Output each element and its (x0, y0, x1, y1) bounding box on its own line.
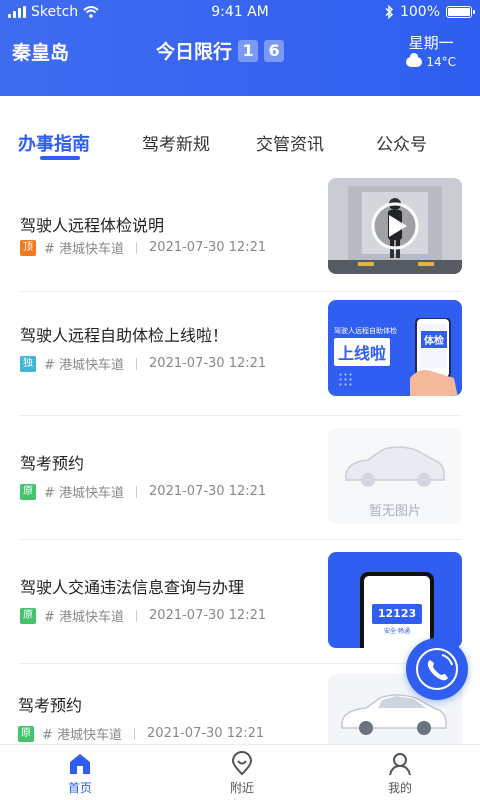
cloud-sun-icon (406, 53, 423, 67)
news-title: 驾驶人远程自助体检上线啦！ (20, 326, 229, 345)
traffic-limit[interactable]: 今日限行 1 6 (156, 37, 285, 64)
home-icon (70, 754, 90, 774)
news-date: 2021-07-30 12:21 (149, 356, 267, 371)
limit-digit: 6 (264, 39, 285, 62)
temperature: 14°C (426, 55, 456, 69)
city-selector[interactable]: 秦皇岛 (12, 38, 69, 65)
battery-percent: 100% (399, 4, 440, 20)
tab-exam-rules[interactable]: 驾考新规 (142, 130, 210, 155)
news-title: 驾驶人远程体检说明 (20, 216, 165, 235)
app-slogan: 安全·畅通 (384, 628, 410, 635)
news-date: 2021-07-30 12:21 (147, 726, 265, 741)
nav-home[interactable]: 首页 (50, 751, 110, 796)
dots-decoration (338, 372, 352, 386)
category-tabs: 办事指南 驾考新规 交管资讯 公众号 (0, 126, 480, 166)
status-bar: Sketch 9:41 AM 100% (0, 0, 480, 24)
header: Sketch 9:41 AM 100% 秦皇岛 今日限行 1 6 星期一 14°… (0, 0, 480, 96)
news-date: 2021-07-30 12:21 (149, 240, 267, 255)
hotline-button[interactable] (406, 638, 468, 700)
nav-nearby[interactable]: 附近 (212, 751, 272, 796)
active-tab-indicator (40, 156, 80, 160)
news-title: 驾考预约 (18, 696, 83, 715)
original-tag: 原 (18, 725, 34, 742)
news-item[interactable]: 驾考预约 原 # 港城快车道 2021-07-30 12:21 (18, 664, 462, 744)
car-placeholder-icon (345, 446, 445, 487)
tab-guide[interactable]: 办事指南 (18, 130, 90, 156)
news-channel: # 港城快车道 (44, 358, 125, 373)
news-channel: # 港城快车道 (44, 610, 125, 625)
location-icon (231, 751, 253, 776)
user-icon (389, 753, 411, 776)
weekday: 星期一 (408, 34, 454, 52)
banner-subtitle: 驾驶人远程自助体检 (334, 327, 397, 335)
bluetooth-icon (385, 5, 394, 19)
news-channel: # 港城快车道 (42, 728, 123, 743)
weather-widget[interactable]: 星期一 14°C (406, 32, 456, 69)
tab-official-account[interactable]: 公众号 (376, 130, 427, 155)
news-channel: # 港城快车道 (44, 486, 125, 501)
promo-banner-thumbnail[interactable]: 驾驶人远程自助体检 上线啦 体检 (328, 300, 462, 396)
news-channel: # 港城快车道 (44, 242, 125, 257)
banner-badge: 体检 (420, 330, 448, 349)
no-image-label: 暂无图片 (368, 504, 421, 519)
phone-call-icon (416, 648, 458, 690)
original-tag: 原 (20, 607, 36, 624)
news-title: 驾驶人交通违法信息查询与办理 (20, 578, 245, 597)
nav-label: 附近 (229, 781, 254, 795)
banner-title: 上线啦 (334, 338, 391, 366)
news-item[interactable]: 驾驶人远程自助体检上线啦！ 独 # 港城快车道 2021-07-30 12:21… (20, 292, 462, 416)
news-date: 2021-07-30 12:21 (149, 484, 267, 499)
bottom-nav: 首页 附近 我的 (0, 744, 480, 800)
news-item[interactable]: 驾考预约 原 # 港城快车道 2021-07-30 12:21 暂无图片 (20, 416, 462, 540)
limit-digit: 1 (238, 39, 259, 62)
app-logo: 12123 (372, 604, 422, 624)
battery-icon (446, 6, 475, 18)
tab-traffic-news[interactable]: 交管资讯 (256, 130, 324, 155)
video-thumbnail[interactable] (328, 178, 462, 274)
app-thumbnail[interactable]: 12123 安全·畅通 (328, 552, 462, 648)
nav-label: 我的 (387, 781, 412, 795)
news-title: 驾考预约 (20, 454, 85, 473)
original-tag: 原 (20, 483, 36, 500)
news-item[interactable]: 驾驶人远程体检说明 顶 # 港城快车道 2021-07-30 12:21 (20, 168, 462, 292)
top-tag: 顶 (20, 239, 36, 256)
no-image-thumbnail[interactable]: 暂无图片 (328, 428, 462, 524)
news-date: 2021-07-30 12:21 (149, 608, 267, 623)
nav-label: 首页 (67, 781, 92, 795)
news-item[interactable]: 驾驶人交通违法信息查询与办理 原 # 港城快车道 2021-07-30 12:2… (20, 540, 462, 664)
limit-label: 今日限行 (156, 41, 233, 63)
exclusive-tag: 独 (20, 355, 36, 372)
nav-profile[interactable]: 我的 (370, 751, 430, 796)
